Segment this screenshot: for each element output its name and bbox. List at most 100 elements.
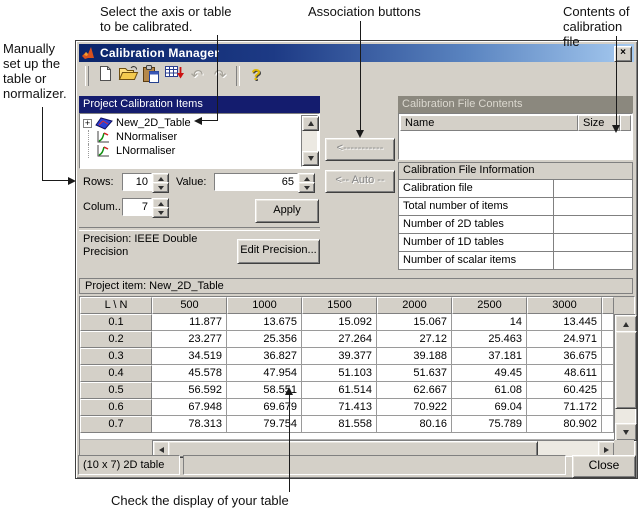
name-column-header[interactable]: Name	[400, 115, 578, 131]
close-button[interactable]: Close	[572, 455, 636, 478]
vertical-scroll-thumb[interactable]	[615, 331, 637, 409]
grid-row-header[interactable]: 0.7	[80, 416, 152, 433]
grid-column-header[interactable]: 3000	[527, 297, 602, 314]
grid-column-header[interactable]: 2500	[452, 297, 527, 314]
new-document-button[interactable]	[94, 65, 116, 87]
paste-button[interactable]	[140, 64, 162, 88]
grid-cell[interactable]: 75.789	[452, 416, 527, 433]
grid-cell[interactable]: 14	[452, 314, 527, 331]
title-bar[interactable]: Calibration Manager ×	[79, 44, 634, 62]
help-button[interactable]: ?	[245, 65, 267, 87]
tree-item[interactable]: LNormaliser	[81, 144, 302, 158]
grid-column-header[interactable]: 500	[152, 297, 227, 314]
grid-row-header[interactable]: 0.3	[80, 348, 152, 365]
grid-cell[interactable]: 25.463	[452, 331, 527, 348]
open-file-button[interactable]	[117, 65, 139, 87]
grid-cell[interactable]: 67.948	[152, 399, 227, 416]
grid-cell[interactable]: 49.45	[452, 365, 527, 382]
grid-vertical-scrollbar[interactable]	[614, 314, 637, 442]
precision-text: Precision: IEEE Double Precision	[83, 233, 198, 258]
undo-button[interactable]: ↶	[186, 65, 208, 87]
grid-cell[interactable]: 61.514	[302, 382, 377, 399]
tree-item-label[interactable]: New_2D_Table	[116, 117, 191, 129]
callout-line-manual-v	[42, 107, 43, 181]
tree-item-label[interactable]: LNormaliser	[116, 145, 175, 157]
edit-precision-button[interactable]: Edit Precision...	[237, 239, 320, 264]
import-table-button[interactable]	[163, 65, 185, 87]
grid-cell[interactable]: 24.971	[527, 331, 602, 348]
scroll-down-button[interactable]	[615, 423, 637, 441]
assign-association-button[interactable]: <-----------	[325, 138, 395, 161]
grid-cell[interactable]: 13.675	[227, 314, 302, 331]
tree-item-label[interactable]: NNormaliser	[116, 131, 177, 143]
tree-item[interactable]: NNormaliser	[81, 130, 302, 144]
separator-line	[79, 227, 320, 231]
grid-column-header[interactable]: 2000	[377, 297, 452, 314]
grid-cell[interactable]: 71.172	[527, 399, 602, 416]
grid-cell[interactable]: 15.067	[377, 314, 452, 331]
toolbar-grip[interactable]	[85, 66, 89, 86]
grid-cell[interactable]: 80.16	[377, 416, 452, 433]
columns-input[interactable]: 7	[122, 198, 152, 216]
grid-cell[interactable]: 27.12	[377, 331, 452, 348]
rows-spin-down-button[interactable]	[152, 182, 169, 193]
grid-cell[interactable]: 27.264	[302, 331, 377, 348]
grid-cell[interactable]: 51.103	[302, 365, 377, 382]
rows-input[interactable]: 10	[122, 173, 152, 191]
grid-cell[interactable]: 36.827	[227, 348, 302, 365]
grid-row-header[interactable]: 0.4	[80, 365, 152, 382]
auto-association-button[interactable]: <-- Auto --	[325, 170, 395, 193]
grid-cell[interactable]: 39.188	[377, 348, 452, 365]
grid-cell[interactable]: 56.592	[152, 382, 227, 399]
grid-cell[interactable]: 25.356	[227, 331, 302, 348]
grid-cell[interactable]: 36.675	[527, 348, 602, 365]
scroll-up-button[interactable]	[302, 116, 319, 131]
columns-spin-down-button[interactable]	[152, 207, 169, 218]
scroll-up-icon	[623, 321, 629, 327]
paste-icon	[142, 64, 160, 88]
grid-cell[interactable]: 37.181	[452, 348, 527, 365]
grid-cell[interactable]: 69.04	[452, 399, 527, 416]
callout-line-manual-h	[43, 180, 69, 181]
grid-row-header[interactable]: 0.2	[80, 331, 152, 348]
file-info-row: Number of scalar items	[399, 252, 632, 269]
scroll-down-button[interactable]	[302, 151, 319, 166]
spin-up-icon	[157, 176, 164, 181]
grid-cell[interactable]: 11.877	[152, 314, 227, 331]
apply-button[interactable]: Apply	[255, 199, 319, 223]
grid-cell[interactable]: 23.277	[152, 331, 227, 348]
grid-cell[interactable]: 51.637	[377, 365, 452, 382]
table-grid: L \ N 500 1000 1500 2000 2500 3000 0.1 11.877 13…	[79, 296, 637, 458]
spin-up-icon	[303, 176, 310, 181]
grid-cell[interactable]: 80.902	[527, 416, 602, 433]
grid-cell[interactable]: 81.558	[302, 416, 377, 433]
grid-row-header[interactable]: 0.1	[80, 314, 152, 331]
grid-cell[interactable]: 60.425	[527, 382, 602, 399]
value-spin-down-button[interactable]	[298, 182, 315, 193]
grid-cell[interactable]: 62.667	[377, 382, 452, 399]
grid-stub-cell	[602, 399, 614, 416]
grid-cell[interactable]: 47.954	[227, 365, 302, 382]
grid-column-header[interactable]: 1500	[302, 297, 377, 314]
grid-cell[interactable]: 61.08	[452, 382, 527, 399]
grid-cell[interactable]: 69.679	[227, 399, 302, 416]
grid-row-header[interactable]: 0.5	[80, 382, 152, 399]
tree-item[interactable]: + New_2D_Table	[81, 116, 302, 130]
grid-cell[interactable]: 15.092	[302, 314, 377, 331]
grid-cell[interactable]: 70.922	[377, 399, 452, 416]
grid-column-header[interactable]: 1000	[227, 297, 302, 314]
tree-expander-icon[interactable]: +	[83, 118, 92, 128]
grid-cell[interactable]: 45.578	[152, 365, 227, 382]
grid-cell[interactable]: 13.445	[527, 314, 602, 331]
grid-cell[interactable]: 39.377	[302, 348, 377, 365]
callout-association: Association buttons	[308, 4, 421, 19]
tree-scrollbar[interactable]	[301, 115, 319, 167]
grid-cell[interactable]: 79.754	[227, 416, 302, 433]
grid-cell[interactable]: 48.611	[527, 365, 602, 382]
value-input[interactable]: 65	[214, 173, 298, 191]
redo-button[interactable]: ↷	[209, 65, 231, 87]
grid-cell[interactable]: 34.519	[152, 348, 227, 365]
grid-cell[interactable]: 71.413	[302, 399, 377, 416]
grid-cell[interactable]: 78.313	[152, 416, 227, 433]
grid-row-header[interactable]: 0.6	[80, 399, 152, 416]
